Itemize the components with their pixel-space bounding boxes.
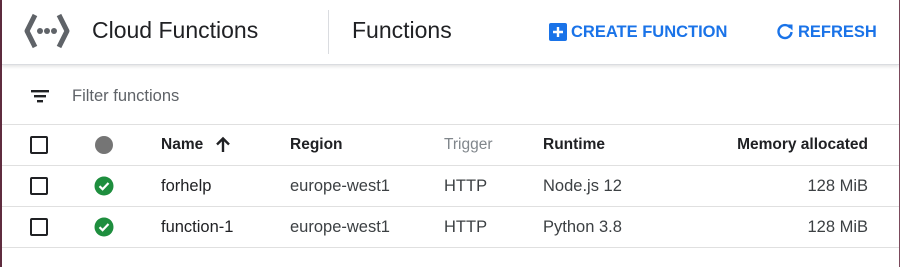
function-memory: 128 MiB [807, 217, 868, 236]
create-function-label: CREATE FUNCTION [571, 22, 728, 41]
column-header-region[interactable]: Region [290, 125, 343, 165]
function-memory: 128 MiB [807, 176, 868, 195]
check-circle-icon [94, 176, 114, 196]
function-runtime: Python 3.8 [543, 217, 622, 236]
functions-table: Name Region Trigger Runtime Memory alloc… [2, 124, 899, 248]
function-trigger: HTTP [444, 217, 488, 236]
column-header-runtime[interactable]: Runtime [543, 125, 605, 165]
header-divider [328, 10, 329, 54]
filter-input[interactable] [72, 84, 472, 108]
check-circle-icon [94, 217, 114, 237]
column-header-memory[interactable]: Memory allocated [737, 125, 868, 165]
cloud-functions-logo-icon [24, 13, 70, 49]
function-region: europe-west1 [290, 217, 390, 236]
arrow-up-icon[interactable] [213, 135, 233, 155]
product-title: Cloud Functions [92, 17, 259, 43]
add-box-icon [549, 23, 567, 41]
filter-bar [2, 76, 899, 116]
function-name-link[interactable]: function-1 [161, 207, 233, 247]
function-runtime: Node.js 12 [543, 176, 622, 195]
column-header-name-label: Name [161, 136, 204, 153]
create-function-button[interactable]: CREATE FUNCTION [548, 20, 727, 44]
page-title: Functions [352, 17, 452, 43]
table-body: forhelp europe-west1 HTTP Node.js 12 128… [2, 166, 899, 248]
function-trigger: HTTP [444, 176, 488, 195]
refresh-label: REFRESH [798, 22, 877, 41]
refresh-icon [777, 23, 793, 40]
refresh-button[interactable]: REFRESH [775, 20, 877, 44]
table-row[interactable]: function-1 europe-west1 HTTP Python 3.8 … [2, 207, 899, 248]
function-region: europe-west1 [290, 176, 390, 195]
column-header-trigger: Trigger [444, 136, 493, 153]
row-checkbox[interactable] [30, 177, 48, 195]
column-header-name[interactable]: Name [161, 125, 233, 165]
status-column-icon [95, 136, 113, 154]
function-name-link[interactable]: forhelp [161, 166, 211, 206]
table-header-row: Name Region Trigger Runtime Memory alloc… [2, 124, 899, 166]
table-row[interactable]: forhelp europe-west1 HTTP Node.js 12 128… [2, 166, 899, 207]
row-checkbox[interactable] [30, 218, 48, 236]
filter-list-icon[interactable] [29, 86, 51, 106]
select-all-checkbox[interactable] [30, 136, 48, 154]
app-header: Cloud Functions Functions CREATE FUNCTIO… [2, 0, 899, 65]
